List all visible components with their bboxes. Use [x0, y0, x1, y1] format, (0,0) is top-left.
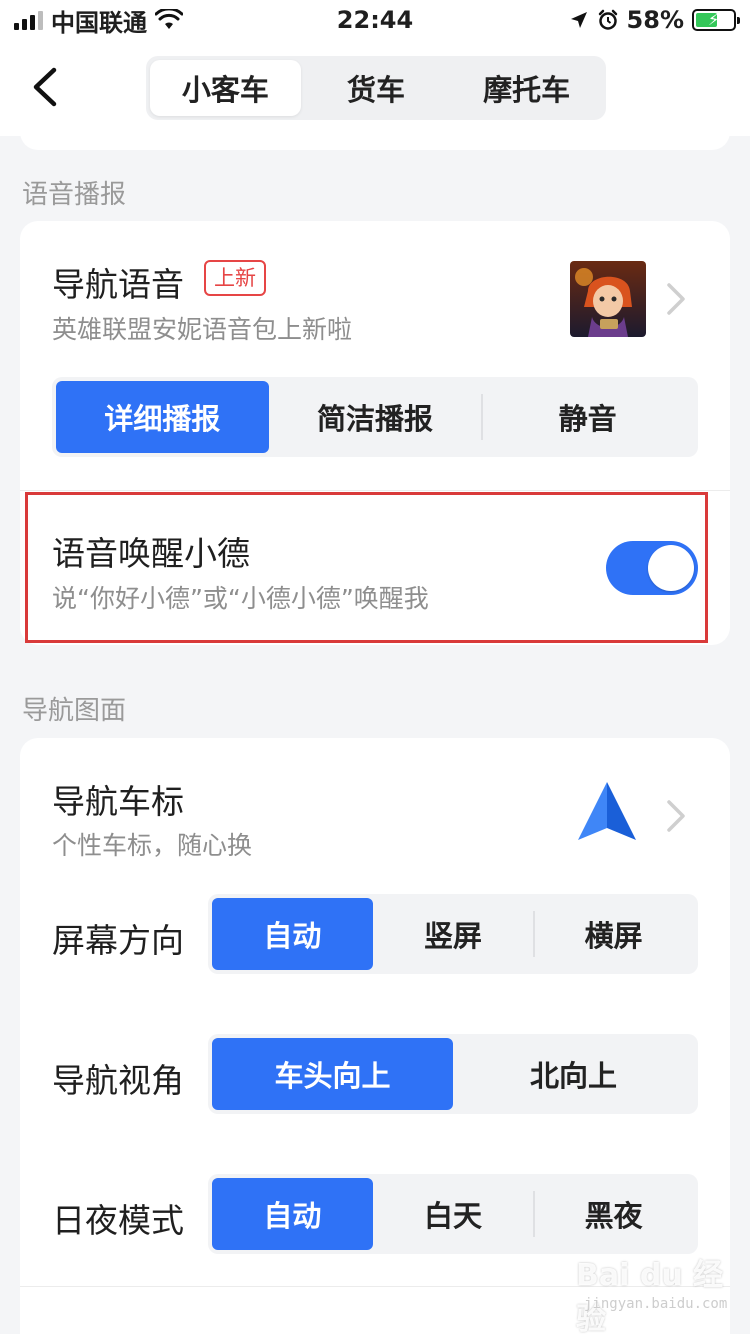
voice-mode-selector: 详细播报 简洁播报 静音 — [52, 377, 698, 457]
carrier-label: 中国联通 — [51, 8, 147, 37]
back-button[interactable] — [26, 62, 66, 112]
signal-icon — [14, 10, 43, 30]
car-icon-subtitle: 个性车标，随心换 — [52, 831, 253, 860]
car-icon-chevron[interactable] — [664, 796, 688, 836]
location-arrow-icon — [570, 12, 587, 28]
voice-mode-detailed[interactable]: 详细播报 — [56, 381, 269, 453]
day-night-day[interactable]: 白天 — [373, 1178, 534, 1250]
view-heading-up[interactable]: 车头向上 — [212, 1038, 453, 1110]
baidu-watermark: Bai du 经验 — [576, 1258, 724, 1334]
section-title-voice: 语音播报 — [22, 180, 127, 210]
day-night-label: 日夜模式 — [52, 1201, 184, 1240]
tab-car[interactable]: 小客车 — [150, 60, 301, 116]
car-arrow-icon[interactable] — [574, 778, 640, 844]
day-night-auto[interactable]: 自动 — [212, 1178, 373, 1250]
tab-truck[interactable]: 货车 — [301, 60, 452, 116]
battery-icon: ⚡ — [692, 9, 740, 31]
chevron-right-icon — [667, 800, 685, 832]
nav-voice-subtitle: 英雄联盟安妮语音包上新啦 — [52, 315, 353, 344]
baidu-watermark-url: jingyan.baidu.com — [584, 1296, 728, 1312]
chevron-left-icon — [33, 67, 57, 107]
wifi-icon — [155, 9, 183, 29]
new-badge: 上新 — [204, 260, 266, 296]
voice-pack-thumbnail[interactable] — [570, 261, 646, 337]
nav-voice-chevron[interactable] — [664, 279, 688, 319]
day-night-selector: 自动 白天 黑夜 — [208, 1174, 698, 1254]
view-angle-selector: 车头向上 北向上 — [208, 1034, 698, 1114]
vehicle-type-tabs: 小客车 货车 摩托车 — [146, 56, 606, 120]
voice-mode-mute[interactable]: 静音 — [481, 381, 694, 453]
status-right: 58% ⚡ — [569, 6, 740, 34]
orientation-label: 屏幕方向 — [52, 921, 184, 960]
battery-percent: 58% — [626, 6, 684, 34]
chevron-right-icon — [667, 283, 685, 315]
day-night-night[interactable]: 黑夜 — [533, 1178, 694, 1250]
orientation-portrait[interactable]: 竖屏 — [373, 898, 534, 970]
tab-motorcycle[interactable]: 摩托车 — [451, 60, 602, 116]
nav-voice-title: 导航语音 — [52, 265, 184, 304]
highlight-annotation-box — [25, 492, 708, 643]
previous-card-bottom — [20, 120, 730, 150]
section-title-display: 导航图面 — [22, 696, 127, 726]
view-angle-label: 导航视角 — [52, 1061, 184, 1100]
voice-mode-concise[interactable]: 简洁播报 — [269, 381, 482, 453]
status-left: 中国联通 — [14, 3, 183, 38]
card-divider — [20, 490, 730, 491]
car-icon-title: 导航车标 — [52, 782, 184, 821]
alarm-icon — [598, 9, 617, 30]
orientation-landscape[interactable]: 横屏 — [533, 898, 694, 970]
status-bar: 中国联通 22:44 58% ⚡ — [0, 0, 750, 40]
orientation-auto[interactable]: 自动 — [212, 898, 373, 970]
orientation-selector: 自动 竖屏 横屏 — [208, 894, 698, 974]
view-north-up[interactable]: 北向上 — [453, 1038, 694, 1110]
